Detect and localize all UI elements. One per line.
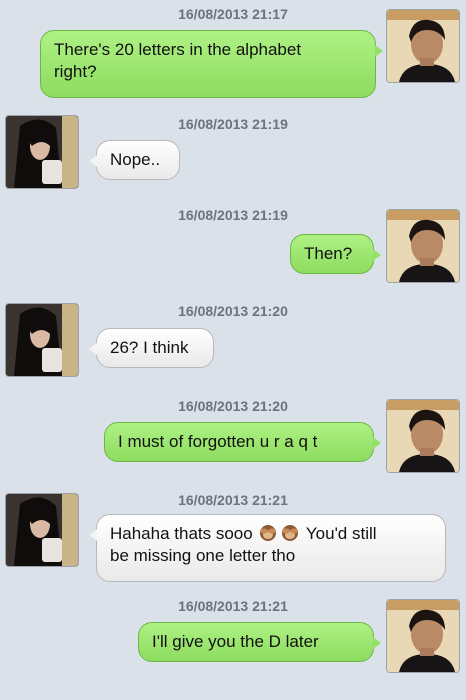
incoming-message-bubble[interactable]: Hahaha thats sooo You'd still be missing… — [89, 514, 446, 582]
man-portrait-icon — [387, 600, 459, 672]
man-portrait-icon — [387, 210, 459, 282]
message-text: Nope.. — [110, 150, 161, 169]
outgoing-message-bubble[interactable]: I'll give you the D later — [138, 622, 381, 662]
outgoing-message-bubble[interactable]: I must of forgotten u r a q t — [104, 422, 381, 462]
man-portrait-icon — [387, 400, 459, 472]
sender-avatar[interactable] — [387, 210, 459, 282]
sender-avatar[interactable] — [6, 494, 78, 566]
woman-portrait-icon — [6, 304, 78, 376]
outgoing-message-bubble[interactable]: Then? — [290, 234, 381, 274]
sender-avatar[interactable] — [387, 10, 459, 82]
see-no-evil-monkey-icon — [282, 525, 299, 541]
man-portrait-icon — [387, 10, 459, 82]
message-text-line: right? — [54, 62, 97, 81]
message-text: Hahaha thats sooo — [110, 524, 253, 543]
message-text: I must of forgotten u r a q t — [118, 432, 318, 451]
message-text: You'd still — [305, 524, 377, 543]
message-text: Then? — [304, 244, 353, 263]
incoming-message-bubble[interactable]: Nope.. — [89, 140, 180, 180]
woman-portrait-icon — [6, 116, 78, 188]
message-text-line: be missing one letter tho — [110, 546, 296, 565]
see-no-evil-monkey-icon — [260, 525, 277, 541]
outgoing-message-bubble[interactable]: There's 20 letters in the alphabet right… — [40, 30, 383, 98]
sender-avatar[interactable] — [387, 400, 459, 472]
message-text: I'll give you the D later — [152, 632, 319, 651]
sender-avatar[interactable] — [6, 304, 78, 376]
sender-avatar[interactable] — [387, 600, 459, 672]
incoming-message-bubble[interactable]: 26? I think — [89, 328, 214, 368]
woman-portrait-icon — [6, 494, 78, 566]
message-text-line: There's 20 letters in the alphabet — [54, 40, 302, 59]
sender-avatar[interactable] — [6, 116, 78, 188]
message-text: 26? I think — [110, 338, 189, 357]
